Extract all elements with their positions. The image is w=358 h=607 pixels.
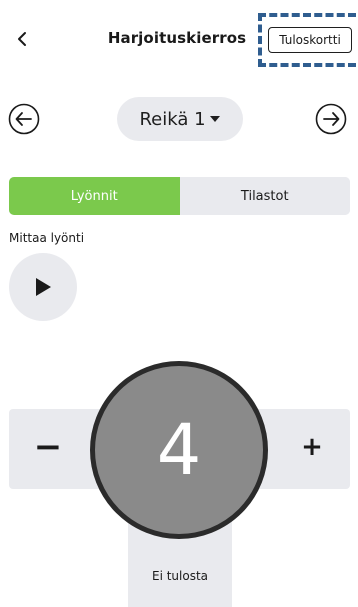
tab-bar: Lyönnit Tilastot	[9, 177, 350, 215]
tab-strokes[interactable]: Lyönnit	[9, 177, 180, 215]
tab-statistics[interactable]: Tilastot	[179, 177, 350, 215]
score-value: 4	[156, 409, 202, 491]
arrow-left-circle-icon	[8, 103, 40, 135]
hole-selector-label: Reikä 1	[139, 108, 206, 130]
measure-play-button[interactable]	[9, 253, 77, 321]
decrement-button[interactable]: −	[26, 422, 70, 472]
arrow-right-circle-icon	[315, 103, 347, 135]
previous-hole-button[interactable]	[8, 103, 40, 135]
scorecard-button[interactable]: Tuloskortti	[268, 27, 352, 53]
measure-shot-label: Mittaa lyönti	[9, 231, 85, 245]
caret-down-icon	[209, 115, 221, 123]
next-hole-button[interactable]	[315, 103, 347, 135]
play-icon	[36, 278, 51, 296]
increment-button[interactable]: +	[290, 422, 334, 472]
no-result-label: Ei tulosta	[151, 569, 209, 583]
hole-selector[interactable]: Reikä 1	[117, 97, 243, 141]
score-display[interactable]: 4	[90, 361, 268, 539]
